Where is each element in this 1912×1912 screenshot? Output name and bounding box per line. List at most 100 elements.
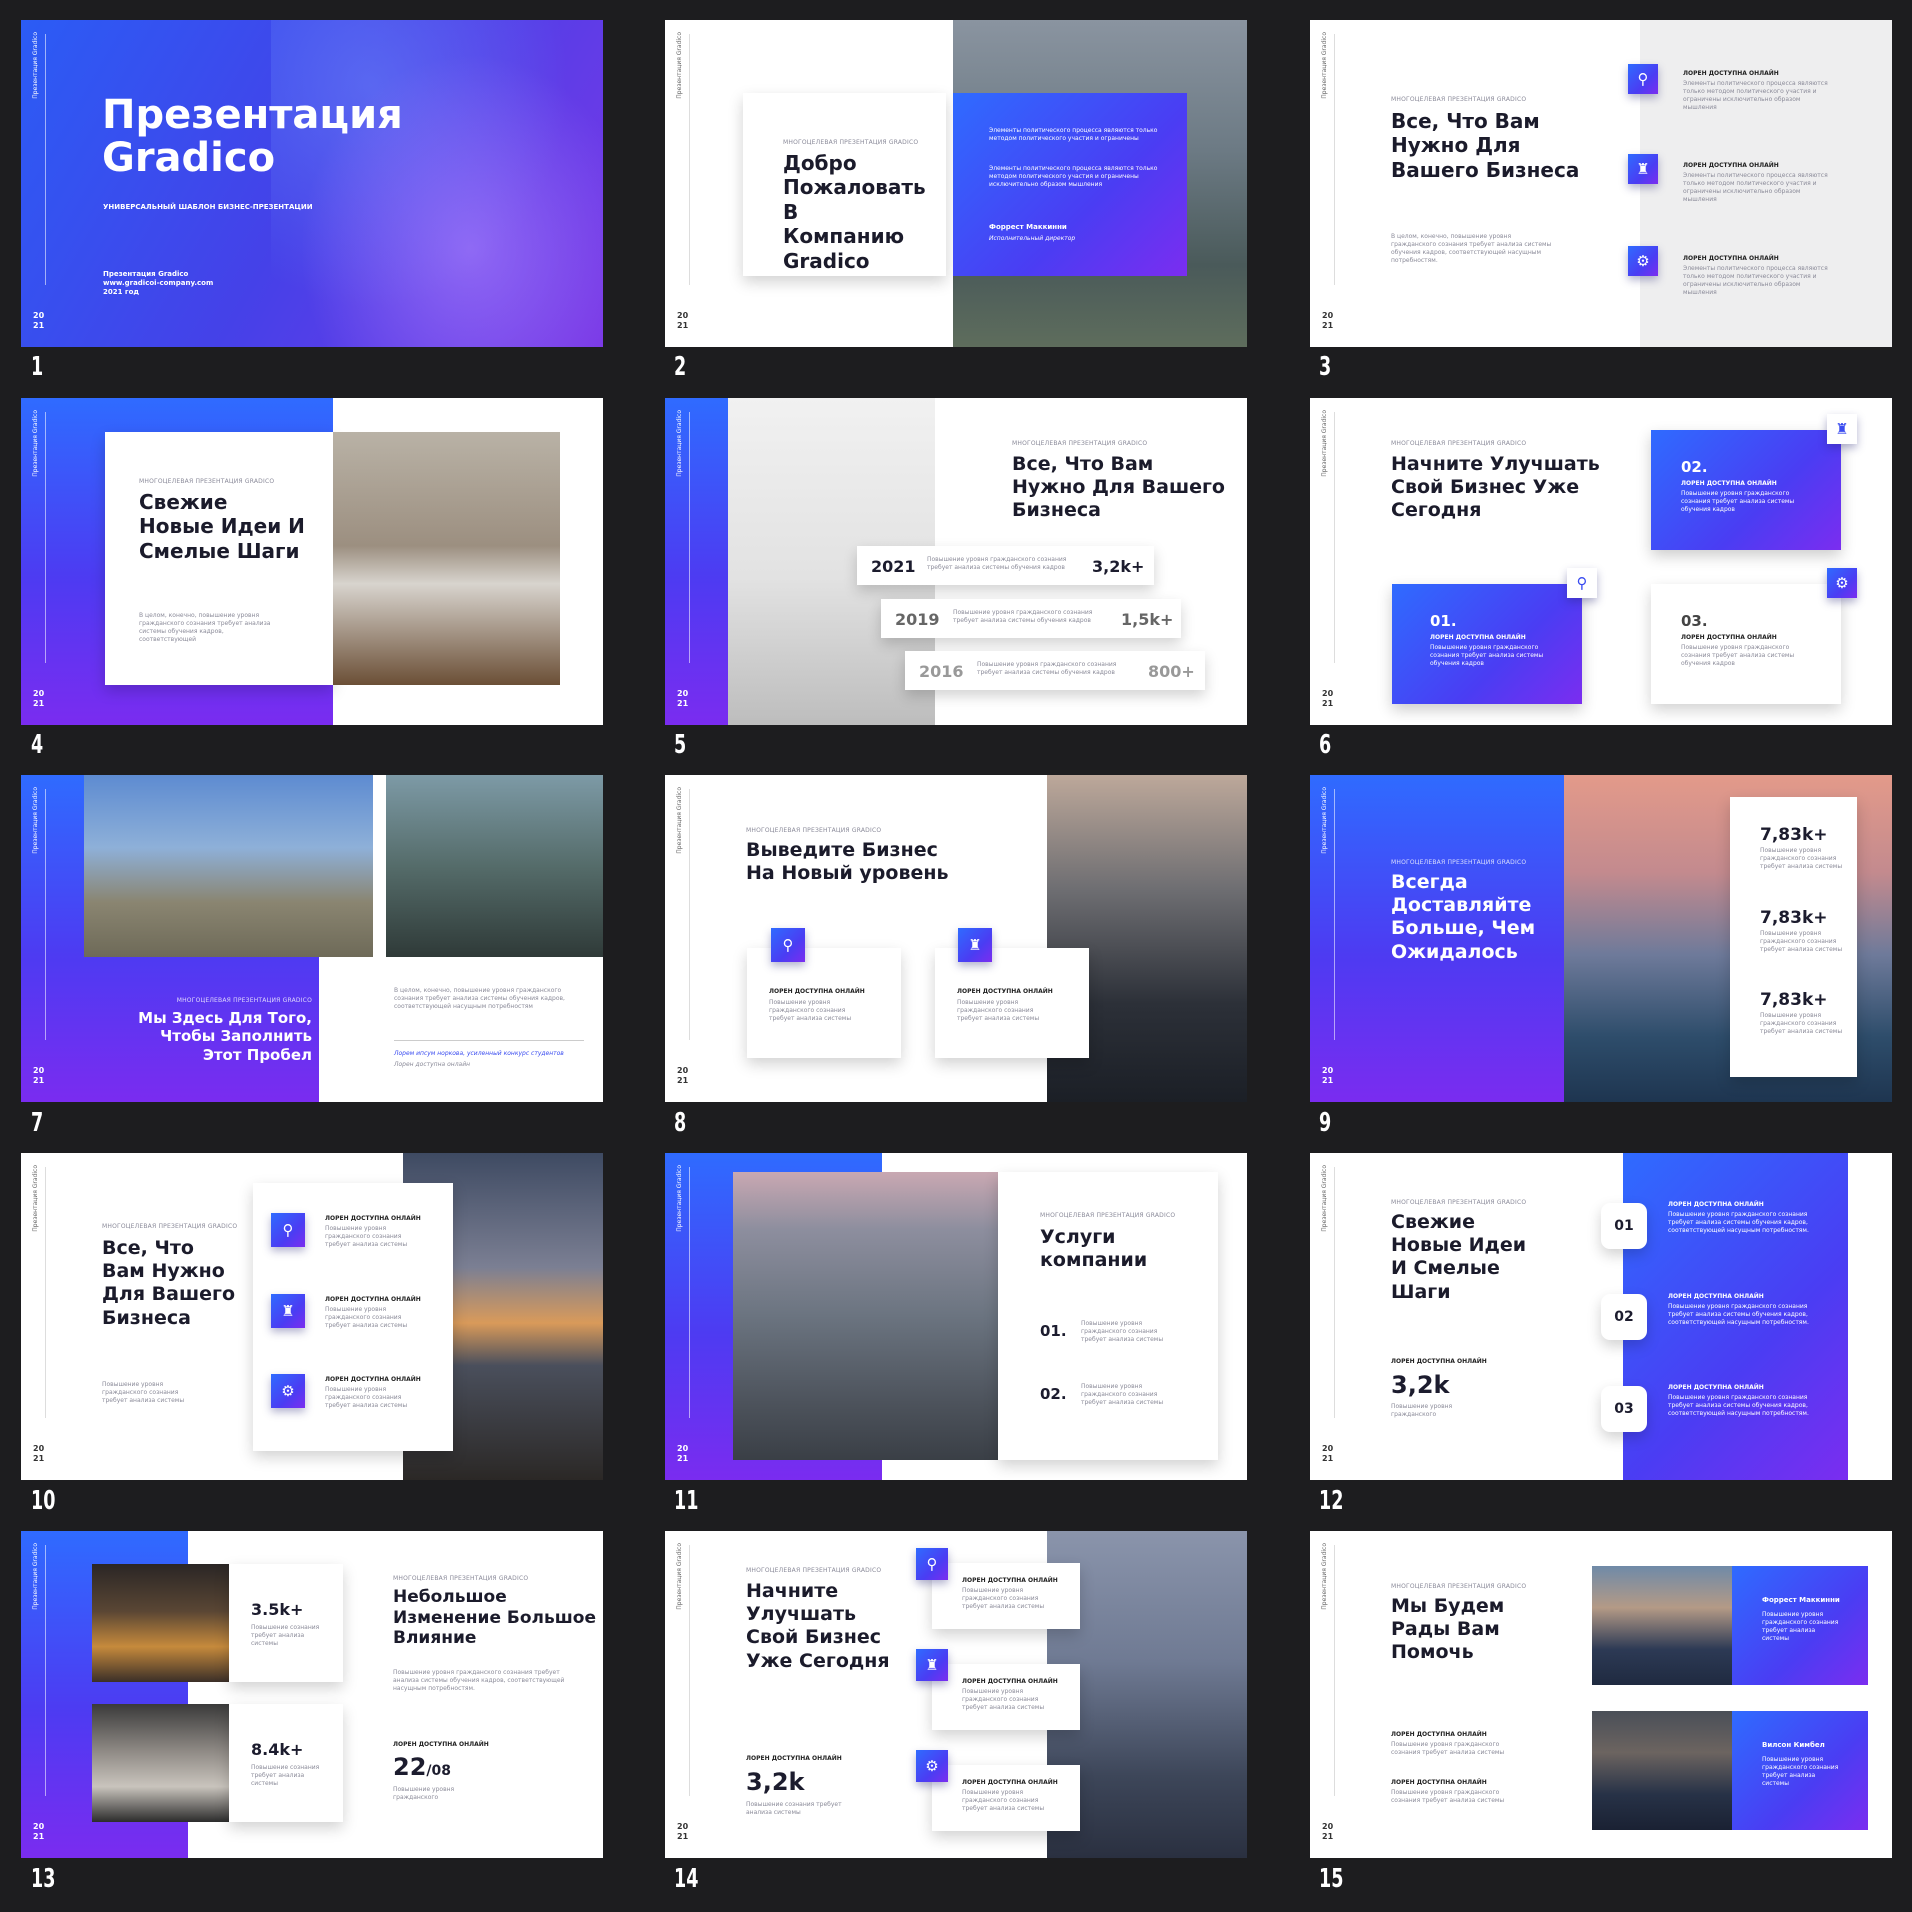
chess-icon[interactable]: ♜ bbox=[271, 1294, 305, 1328]
slide-number: 9 bbox=[1319, 1108, 1332, 1138]
search-icon[interactable]: ⚲ bbox=[271, 1213, 305, 1247]
slide-6[interactable]: Презентация Gradico 20 21 МНОГОЦЕЛЕВАЯ ПР… bbox=[1310, 398, 1892, 725]
search-icon[interactable]: ⚲ bbox=[916, 1548, 948, 1580]
person-photo bbox=[1592, 1566, 1732, 1685]
stat-row: 2019 Повышение уровня гражданского созна… bbox=[881, 599, 1181, 638]
slide-title: Всегда Доставляйте Больше, Чем Ожидалось bbox=[1391, 871, 1536, 963]
chess-icon[interactable]: ♜ bbox=[1827, 414, 1857, 444]
info-card: ЛОРЕН ДОСТУПНА ОНЛАЙН Повышение уровня г… bbox=[935, 948, 1089, 1058]
slide-number: 15 bbox=[1319, 1864, 1344, 1894]
side-bar: Презентация Gradico 20 21 bbox=[32, 1165, 46, 1463]
quote-panel: Элементы политического процесса являются… bbox=[953, 93, 1187, 276]
livingroom-photo bbox=[92, 1704, 229, 1822]
info-block: Презентация Gradico www.gradicoi-company.… bbox=[103, 270, 214, 297]
slide-number: 4 bbox=[31, 730, 44, 760]
slide-title: Свежие Новые Идеи И Смелые Шаги bbox=[139, 490, 305, 563]
side-bar: Презентация Gradico 20 21 bbox=[676, 32, 690, 330]
slide-13[interactable]: Презентация Gradico 20 21 3.5k+ Повышение… bbox=[21, 1531, 603, 1858]
chess-icon[interactable]: ♜ bbox=[958, 928, 992, 962]
gear-icon[interactable]: ⚙ bbox=[1827, 568, 1857, 598]
side-bar: Презентация Gradico 20 21 bbox=[32, 410, 46, 708]
stat-card: 8.4k+ Повышение сознания требует анализа… bbox=[229, 1704, 343, 1822]
lounge-photo bbox=[92, 1564, 229, 1682]
gear-icon[interactable]: ⚙ bbox=[916, 1750, 948, 1782]
side-bar: Презентация Gradico 20 21 bbox=[32, 1543, 46, 1841]
slide-14[interactable]: Презентация Gradico 20 21 МНОГОЦЕЛЕВАЯ ПР… bbox=[665, 1531, 1247, 1858]
slide-number: 5 bbox=[674, 730, 687, 760]
gear-icon[interactable]: ⚙ bbox=[1628, 246, 1658, 276]
slide-11[interactable]: Презентация Gradico 20 21 МНОГОЦЕЛЕВАЯ ПР… bbox=[665, 1153, 1247, 1480]
title-card: МНОГОЦЕЛЕВАЯ ПРЕЗЕНТАЦИЯ GRADICO Добро П… bbox=[743, 93, 946, 276]
slide-number: 1 bbox=[31, 352, 44, 382]
slide-title: Все, Что Вам Нужно Для Вашего Бизнеса bbox=[1012, 453, 1225, 522]
step-badge: 01 bbox=[1601, 1203, 1647, 1249]
slide-number: 14 bbox=[674, 1864, 699, 1894]
stat-row: 2021 Повышение уровня гражданского созна… bbox=[857, 546, 1154, 585]
slide-number: 8 bbox=[674, 1108, 687, 1138]
person-photo bbox=[1592, 1711, 1732, 1830]
chess-icon[interactable]: ♜ bbox=[1628, 154, 1658, 184]
interior-photo bbox=[333, 432, 560, 685]
slide-number: 2 bbox=[674, 352, 687, 382]
card-01: 01. ЛОРЕН ДОСТУПНА ОНЛАЙН Повышение уров… bbox=[1392, 584, 1582, 704]
info-card: ЛОРЕН ДОСТУПНА ОНЛАЙН Повышение уровня г… bbox=[747, 948, 901, 1058]
side-bar: Презентация Gradico 20 21 bbox=[21, 20, 62, 347]
city-aerial-photo bbox=[733, 1172, 999, 1460]
stats-card: 7,83k+ Повышение уровня гражданского соз… bbox=[1730, 797, 1857, 1077]
slide-title: Начните Улучшать Свой Бизнес Уже Сегодня bbox=[746, 1580, 890, 1672]
slide-12[interactable]: Презентация Gradico 20 21 МНОГОЦЕЛЕВАЯ ПР… bbox=[1310, 1153, 1892, 1480]
step-badge: 02 bbox=[1601, 1294, 1647, 1340]
slide-title: Мы Здесь Для Того, Чтобы Заполнить Этот … bbox=[138, 1009, 312, 1064]
feature-card: ЛОРЕН ДОСТУПНА ОНЛАЙН Повышение уровня г… bbox=[932, 1563, 1080, 1629]
side-bar: Презентация Gradico 20 21 bbox=[32, 787, 46, 1085]
slide-title: Услуги компании bbox=[1040, 1226, 1148, 1272]
slide-title: Добро Пожаловать В Компанию Gradico bbox=[783, 151, 926, 273]
slide-title: Начните Улучшать Свой Бизнес Уже Сегодня bbox=[1391, 453, 1600, 522]
stat-card: 3.5k+ Повышение сознания требует анализа… bbox=[229, 1564, 343, 1682]
side-bar: Презентация Gradico 20 21 bbox=[1321, 410, 1335, 708]
city-photo-overlay bbox=[271, 20, 603, 347]
side-bar: Презентация Gradico 20 21 bbox=[1321, 1543, 1335, 1841]
slide-4[interactable]: Презентация Gradico 20 21 МНОГОЦЕЛЕВАЯ ПР… bbox=[21, 398, 603, 725]
chess-icon[interactable]: ♜ bbox=[916, 1649, 948, 1681]
slide-number: 13 bbox=[31, 1864, 56, 1894]
slide-10[interactable]: Презентация Gradico 20 21 МНОГОЦЕЛЕВАЯ ПР… bbox=[21, 1153, 603, 1480]
side-bar: Презентация Gradico 20 21 bbox=[676, 1165, 690, 1463]
person-card: Вилсон Кимбел Повышение уровня гражданск… bbox=[1732, 1711, 1868, 1830]
feature-card: ЛОРЕН ДОСТУПНА ОНЛАЙН Повышение уровня г… bbox=[932, 1664, 1080, 1730]
slide-title: Все, Что Вам Нужно Для Вашего Бизнеса bbox=[102, 1237, 235, 1329]
side-bar: Презентация Gradico 20 21 bbox=[676, 410, 690, 708]
slide-2[interactable]: Презентация Gradico 20 21 МНОГОЦЕЛЕВАЯ ПР… bbox=[665, 20, 1247, 347]
search-icon[interactable]: ⚲ bbox=[1628, 64, 1658, 94]
slide-number: 10 bbox=[31, 1486, 56, 1516]
year-label: 20 21 bbox=[33, 311, 45, 330]
slide-9[interactable]: Презентация Gradico 20 21 МНОГОЦЕЛЕВАЯ ПР… bbox=[1310, 775, 1892, 1102]
slide-subtitle: УНИВЕРСАЛЬНЫЙ ШАБЛОН БИЗНЕС-ПРЕЗЕНТАЦИИ bbox=[103, 203, 313, 211]
slide-title: Мы Будем Рады Вам Помочь bbox=[1391, 1595, 1505, 1664]
card-03: 03. ЛОРЕН ДОСТУПНА ОНЛАЙН Повышение уров… bbox=[1651, 584, 1841, 704]
slide-3[interactable]: Презентация Gradico 20 21 МНОГОЦЕЛЕВАЯ ПР… bbox=[1310, 20, 1892, 347]
card-02: 02. ЛОРЕН ДОСТУПНА ОНЛАЙН Повышение уров… bbox=[1651, 430, 1841, 550]
slide-title: Небольшое Изменение Большое Влияние bbox=[393, 1587, 597, 1649]
slide-8[interactable]: Презентация Gradico 20 21 МНОГОЦЕЛЕВАЯ ПР… bbox=[665, 775, 1247, 1102]
slide-15[interactable]: Презентация Gradico 20 21 МНОГОЦЕЛЕВАЯ ПР… bbox=[1310, 1531, 1892, 1858]
stat-row: 2016 Повышение уровня гражданского созна… bbox=[905, 651, 1205, 690]
slide-5[interactable]: Презентация Gradico 20 21 МНОГОЦЕЛЕВАЯ ПР… bbox=[665, 398, 1247, 725]
slide-title: Презентация Gradico bbox=[102, 92, 403, 182]
search-icon[interactable]: ⚲ bbox=[771, 928, 805, 962]
services-card: МНОГОЦЕЛЕВАЯ ПРЕЗЕНТАЦИЯ GRADICO Услуги … bbox=[998, 1172, 1218, 1460]
side-bar: Презентация Gradico 20 21 bbox=[676, 787, 690, 1085]
slide-title: Все, Что Вам Нужно Для Вашего Бизнеса bbox=[1391, 109, 1580, 182]
tower-photo bbox=[386, 775, 603, 957]
slide-1[interactable]: Презентация Gradico 20 21 Презентация Grad… bbox=[21, 20, 603, 347]
slide-number: 6 bbox=[1319, 730, 1332, 760]
gear-icon[interactable]: ⚙ bbox=[271, 1374, 305, 1408]
step-badge: 03 bbox=[1601, 1386, 1647, 1432]
side-bar: Презентация Gradico 20 21 bbox=[1321, 32, 1335, 330]
search-icon[interactable]: ⚲ bbox=[1567, 568, 1597, 598]
slide-7[interactable]: Презентация Gradico 20 21 МНОГОЦЕЛЕВАЯ ПР… bbox=[21, 775, 603, 1102]
slide-title: Свежие Новые Идеи И Смелые Шаги bbox=[1391, 1211, 1527, 1303]
divider bbox=[394, 1040, 584, 1041]
side-line bbox=[45, 34, 46, 285]
date-display: 22/08 bbox=[393, 1753, 452, 1781]
